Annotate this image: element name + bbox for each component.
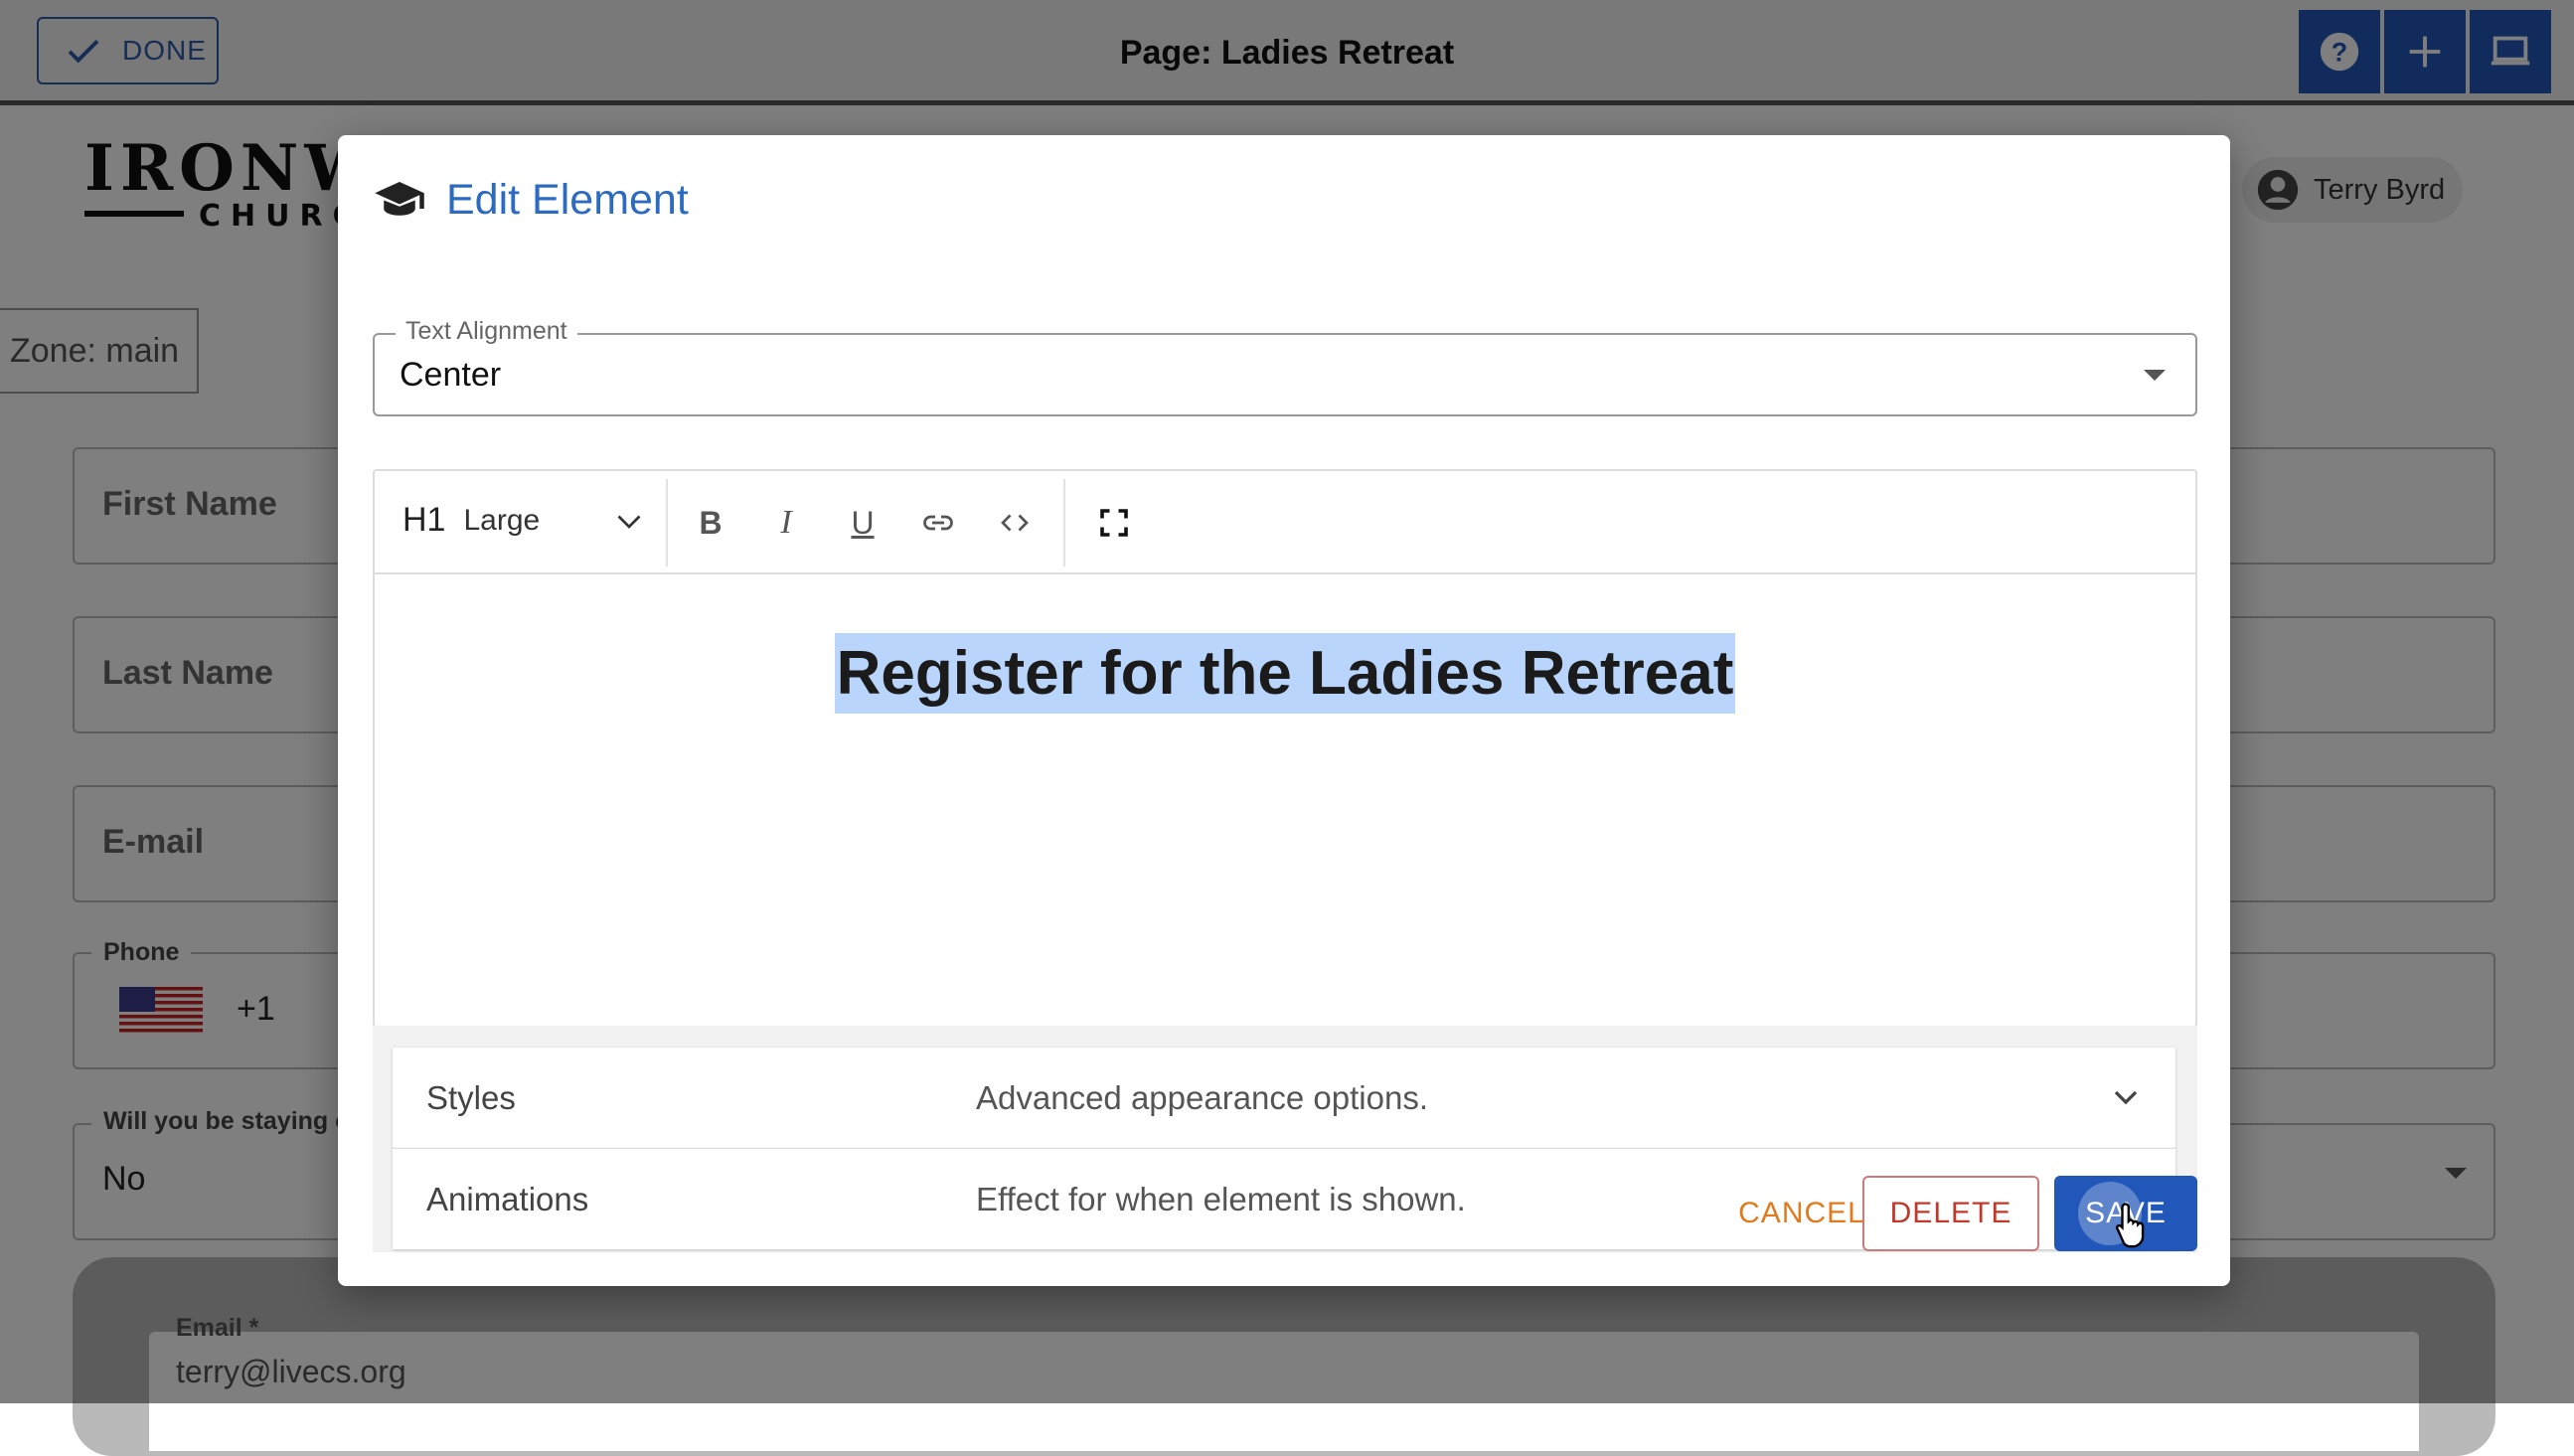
bold-button[interactable]: B [691, 503, 730, 543]
dialog-title-text: Edit Element [446, 175, 689, 224]
italic-button[interactable]: I [766, 503, 806, 543]
fullscreen-button[interactable] [1094, 503, 1134, 543]
rich-text-editor: H1 Large B I U Register for the Ladies R… [373, 469, 2197, 1028]
heading-content[interactable]: Register for the Ladies Retreat [375, 633, 2195, 714]
underline-button[interactable]: U [843, 503, 883, 543]
text-alignment-value: Center [400, 356, 502, 394]
heading-level: H1 [402, 501, 446, 539]
caret-down-icon [2144, 370, 2166, 381]
link-button[interactable] [918, 503, 958, 543]
delete-button[interactable]: DELETE [1862, 1176, 2039, 1251]
fullscreen-icon [1100, 509, 1128, 537]
styles-description: Advanced appearance options. [976, 1079, 1429, 1116]
code-icon [1001, 514, 1029, 532]
editor-content-area[interactable]: Register for the Ladies Retreat [375, 574, 2195, 1026]
graduation-cap-icon [375, 182, 424, 216]
pointer-cursor-icon [2115, 1203, 2145, 1248]
styles-accordion[interactable]: Styles Advanced appearance options. [393, 1048, 2175, 1148]
editor-toolbar: H1 Large B I U [375, 471, 2195, 574]
code-button[interactable] [995, 503, 1035, 543]
toolbar-divider [1063, 479, 1065, 566]
text-alignment-select[interactable] [373, 333, 2197, 416]
link-icon [923, 515, 953, 531]
heading-level-select[interactable]: H1 Large [402, 501, 647, 540]
animations-description: Effect for when element is shown. [976, 1181, 1466, 1217]
selected-heading-text[interactable]: Register for the Ladies Retreat [834, 633, 1736, 714]
styles-title: Styles [426, 1079, 516, 1116]
edit-element-dialog: Edit Element Text Alignment Center H1 La… [338, 135, 2230, 1286]
chevron-down-icon [617, 515, 641, 529]
heading-size: Large [463, 503, 541, 537]
animations-title: Animations [426, 1181, 589, 1217]
dialog-title: Edit Element [373, 173, 689, 227]
toolbar-divider [666, 479, 668, 566]
text-alignment-label: Text Alignment [396, 317, 577, 346]
chevron-down-icon [2106, 1077, 2146, 1117]
